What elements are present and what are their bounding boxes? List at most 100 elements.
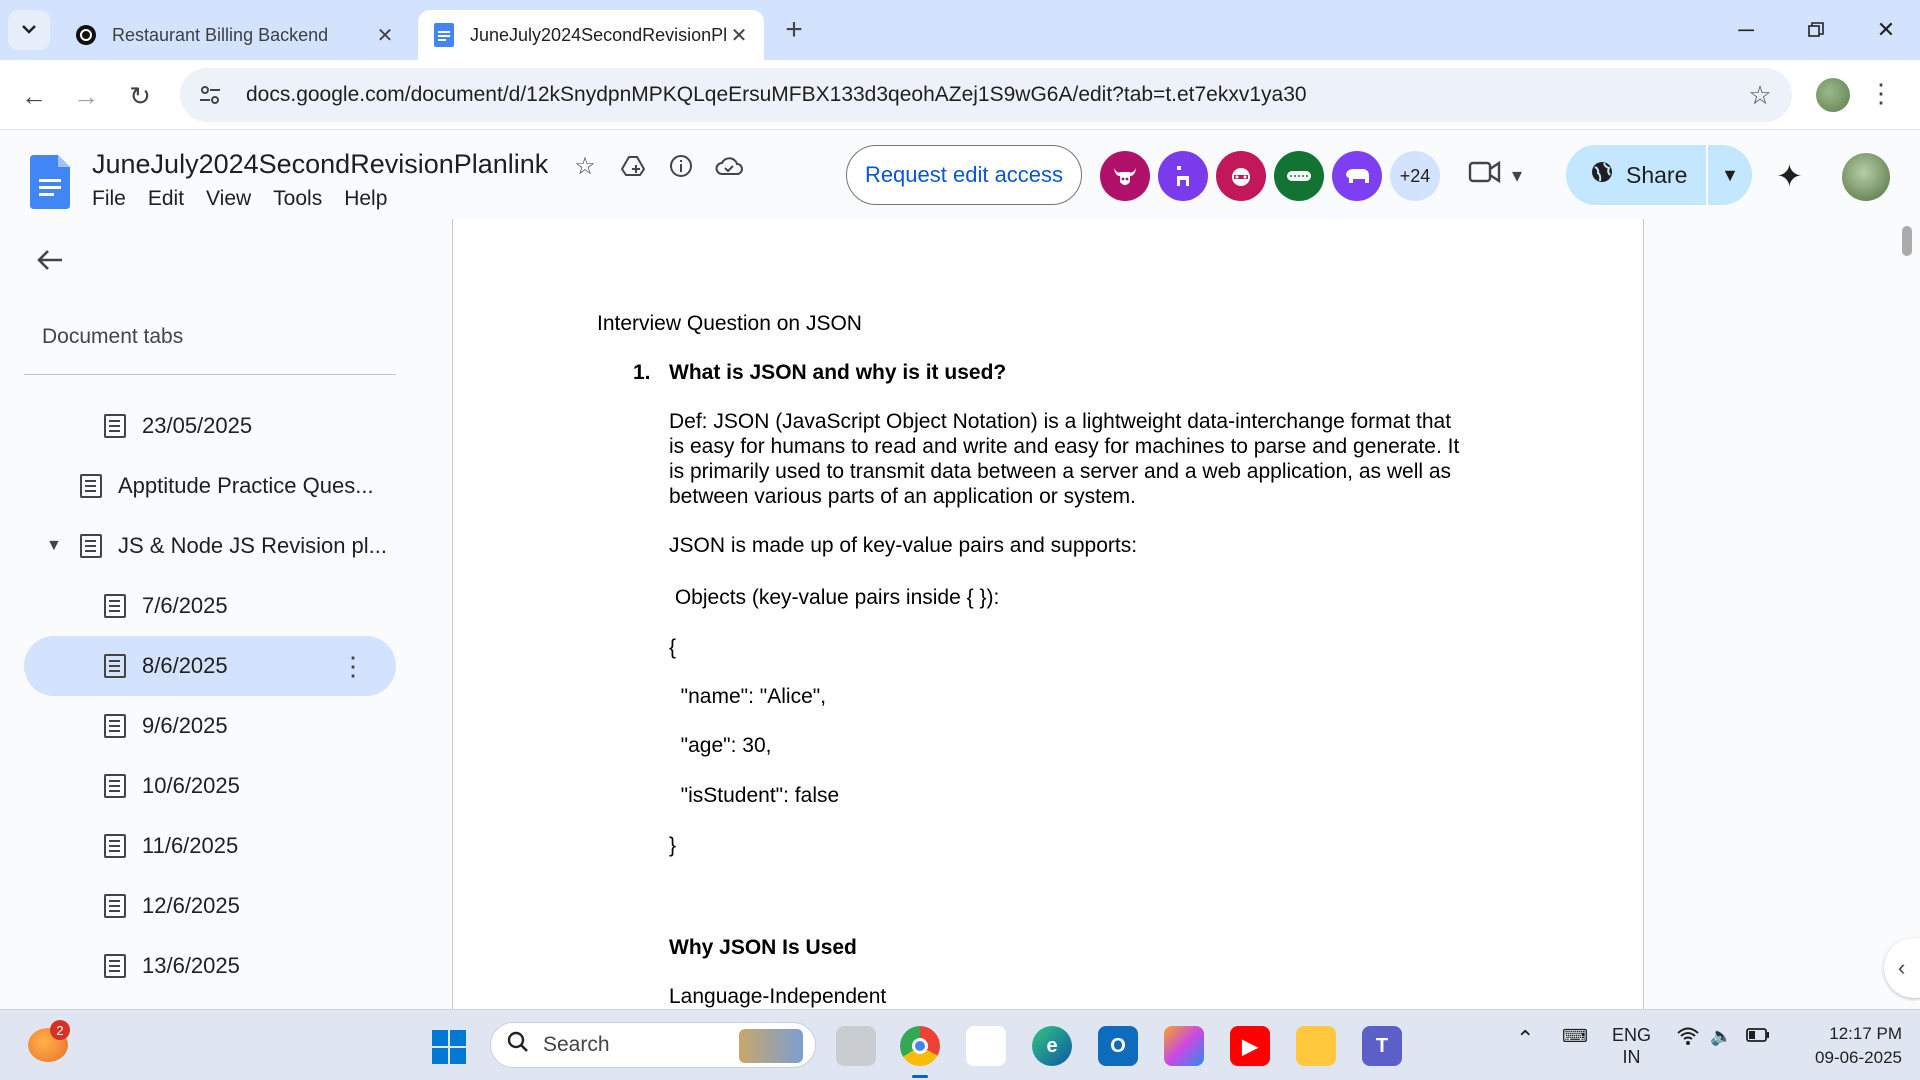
site-settings-icon[interactable]: [190, 75, 230, 115]
definition-line: is easy for humans to read and write and…: [669, 435, 1460, 458]
youtube-icon[interactable]: ▶: [1230, 1026, 1270, 1066]
sidebar-item[interactable]: 23/05/2025: [24, 396, 396, 456]
forward-icon[interactable]: →: [68, 78, 104, 114]
document-title[interactable]: JuneJuly2024SecondRevisionPlanlink: [92, 149, 548, 180]
sidebar-item[interactable]: 10/6/2025: [24, 756, 396, 816]
wifi-icon[interactable]: [1676, 1026, 1700, 1051]
browser-tab-restaurant[interactable]: Restaurant Billing Backend ✕: [60, 10, 410, 60]
document-icon: [104, 774, 126, 798]
sidebar-item[interactable]: 13/6/2025: [24, 936, 396, 996]
battery-icon[interactable]: [1746, 1026, 1770, 1047]
document-page[interactable]: Interview Question on JSON 1. What is JS…: [452, 219, 1644, 1009]
system-clock[interactable]: 12:17 PM 09-06-2025: [1790, 1022, 1902, 1070]
avatar-bull-icon[interactable]: [1100, 151, 1150, 201]
share-button[interactable]: Share: [1566, 160, 1706, 190]
user-avatar[interactable]: [1842, 153, 1890, 201]
sidebar-item[interactable]: 7/6/2025: [24, 576, 396, 636]
move-to-drive-icon[interactable]: [618, 151, 648, 181]
avatar-crocodile-icon[interactable]: [1274, 151, 1324, 201]
volume-icon[interactable]: 🔈: [1710, 1026, 1732, 1047]
meet-button[interactable]: ▾: [1468, 155, 1548, 195]
document-icon: [104, 594, 126, 618]
microsoft-store-icon[interactable]: [966, 1026, 1006, 1066]
document-icon: [104, 834, 126, 858]
expand-caret-icon[interactable]: ▼: [46, 537, 62, 555]
share-button-group: Share ▼: [1566, 145, 1752, 205]
menu-file[interactable]: File: [92, 187, 126, 211]
avatar-buffalo-icon[interactable]: [1332, 151, 1382, 201]
sidebar-item[interactable]: 11/6/2025: [24, 816, 396, 876]
supports-text: JSON is made up of key-value pairs and s…: [669, 534, 1138, 557]
share-label: Share: [1626, 161, 1688, 188]
sidebar-item[interactable]: 12/6/2025: [24, 876, 396, 936]
menu-bar: File Edit View Tools Help: [92, 187, 409, 211]
docs-header: JuneJuly2024SecondRevisionPlanlink ☆ Fil…: [0, 131, 1920, 219]
back-arrow-icon[interactable]: [36, 243, 64, 280]
video-camera-icon: [1468, 160, 1502, 190]
avatar-raccoon-icon[interactable]: [1216, 151, 1266, 201]
definition-line: between various parts of an application …: [669, 485, 1136, 508]
close-icon[interactable]: ✕: [728, 23, 750, 48]
close-icon[interactable]: ✕: [374, 23, 396, 48]
outlook-icon[interactable]: O: [1098, 1026, 1138, 1066]
sidebar-item[interactable]: Apptitude Practice Ques...: [24, 456, 396, 516]
browser-tab-strip: Restaurant Billing Backend ✕ JuneJuly202…: [0, 0, 1920, 60]
document-icon: [80, 474, 102, 498]
bookmark-star-icon[interactable]: ☆: [1740, 80, 1780, 111]
document-tabs-heading: Document tabs: [42, 325, 184, 348]
file-explorer-icon[interactable]: [1296, 1026, 1336, 1066]
more-options-icon[interactable]: ⋮: [340, 651, 366, 682]
tab-title: JuneJuly2024SecondRevisionPla: [470, 24, 728, 45]
teams-icon[interactable]: T: [1362, 1026, 1402, 1066]
docs-logo[interactable]: [30, 155, 70, 209]
reload-icon[interactable]: ↻: [122, 78, 158, 114]
avatar-llama-icon[interactable]: [1158, 151, 1208, 201]
clock-date: 09-06-2025: [1815, 1048, 1902, 1067]
request-edit-access-button[interactable]: Request edit access: [846, 145, 1082, 205]
chrome-icon[interactable]: [900, 1026, 940, 1078]
show-hidden-icons-icon[interactable]: ⌃: [1516, 1026, 1534, 1052]
document-icon: [104, 654, 126, 678]
more-collaborators-badge[interactable]: +24: [1390, 151, 1440, 201]
keyboard-icon[interactable]: ⌨: [1562, 1026, 1588, 1047]
close-window-button[interactable]: ✕: [1856, 10, 1916, 50]
minimize-button[interactable]: ─: [1716, 10, 1776, 50]
browser-menu-icon[interactable]: ⋮: [1866, 78, 1896, 114]
edge-icon[interactable]: e: [1032, 1026, 1072, 1066]
task-view-icon[interactable]: [836, 1026, 876, 1066]
gemini-sparkle-icon[interactable]: ✦: [1776, 157, 1803, 195]
sidebar-item-label: 8/6/2025: [142, 653, 228, 678]
document-icon: [80, 534, 102, 558]
sidebar-item-label: 13/6/2025: [142, 953, 240, 978]
weather-widget-icon[interactable]: 2: [28, 1020, 70, 1062]
document-tabs-sidebar: Document tabs 23/05/2025 Apptitude Pract…: [0, 219, 450, 1009]
document-canvas: Interview Question on JSON 1. What is JS…: [450, 219, 1920, 1009]
scrollbar-thumb[interactable]: [1902, 226, 1912, 256]
menu-view[interactable]: View: [206, 187, 251, 211]
language-indicator[interactable]: ENG IN: [1612, 1024, 1651, 1068]
tab-search-button[interactable]: [8, 10, 50, 50]
share-dropdown-icon[interactable]: ▼: [1706, 145, 1752, 205]
cloud-saved-icon[interactable]: [714, 151, 744, 181]
info-icon[interactable]: [666, 151, 696, 181]
openai-icon: [74, 23, 98, 47]
search-placeholder: Search: [543, 1033, 610, 1056]
taskbar-search[interactable]: Search: [490, 1022, 816, 1068]
sidebar-item[interactable]: ▼ JS & Node JS Revision pl...: [24, 516, 396, 576]
sidebar-item-selected[interactable]: 8/6/2025 ⋮: [24, 636, 396, 696]
windows-start-icon[interactable]: [432, 1030, 466, 1064]
copilot-icon[interactable]: [1164, 1026, 1204, 1066]
sidebar-item[interactable]: 9/6/2025: [24, 696, 396, 756]
restore-button[interactable]: [1786, 10, 1846, 50]
back-icon[interactable]: ←: [16, 78, 52, 114]
menu-tools[interactable]: Tools: [273, 187, 322, 211]
new-tab-button[interactable]: +: [778, 13, 810, 46]
menu-edit[interactable]: Edit: [148, 187, 184, 211]
region-code: IN: [1622, 1047, 1641, 1067]
chevron-down-icon: [21, 21, 37, 39]
browser-tab-docs[interactable]: JuneJuly2024SecondRevisionPla ✕: [418, 10, 764, 60]
address-bar[interactable]: docs.google.com/document/d/12kSnydpnMPKQ…: [180, 68, 1792, 122]
menu-help[interactable]: Help: [344, 187, 387, 211]
star-icon[interactable]: ☆: [570, 151, 600, 181]
browser-profile-avatar[interactable]: [1816, 78, 1850, 112]
